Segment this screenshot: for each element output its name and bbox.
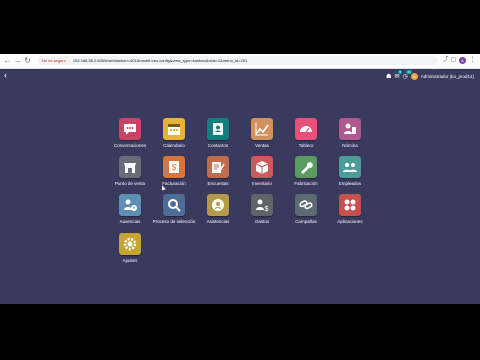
svg-text:$: $ — [265, 206, 269, 213]
app-label: Ajustes — [122, 258, 138, 263]
app-ajustes[interactable]: Ajustes — [110, 233, 150, 265]
app-label: Punto de venta — [114, 181, 146, 186]
box-icon — [251, 156, 273, 178]
app-label: Empleados — [338, 181, 362, 186]
wrench-icon — [295, 156, 317, 178]
app-inventario[interactable]: Inventario — [242, 156, 282, 188]
app-label: Facturación — [162, 181, 186, 186]
app-label: Ausencias — [119, 219, 141, 224]
chat-icon[interactable]: ✉ 5 — [394, 69, 403, 80]
app-ventas[interactable]: Ventas — [242, 118, 282, 150]
user-name[interactable]: Administrador (ko_prod14) — [421, 74, 474, 79]
app-label: Tablero — [298, 143, 314, 148]
app-label: Asistencias — [206, 219, 230, 224]
calendar-icon — [163, 118, 185, 140]
app-label: Ventas — [255, 143, 269, 148]
menu-icon[interactable]: ⋮ — [469, 57, 476, 64]
link-icon — [295, 194, 317, 216]
store-icon — [119, 156, 141, 178]
payroll-icon — [339, 118, 361, 140]
app-label: Calendario — [163, 143, 185, 148]
app-contactos[interactable]: Contactos — [198, 118, 238, 150]
apps-icon — [339, 194, 361, 216]
app-label: Proceso de selección — [152, 219, 196, 224]
app-label: Campañas — [295, 219, 317, 224]
back-arrow-icon[interactable]: ‹ — [4, 70, 7, 80]
url-text[interactable]: 192.168.56.2:8069/web#action=401&model=r… — [73, 56, 247, 65]
app-gastos[interactable]: $ Gastos — [242, 194, 282, 226]
gear-icon — [119, 233, 141, 255]
app-label: Inventario — [252, 181, 272, 186]
share-icon[interactable]: ⤴ — [442, 57, 449, 64]
bug-icon[interactable]: ☗ — [386, 73, 391, 80]
app-label: Conversaciones — [113, 143, 147, 148]
back-arrow-icon[interactable]: ← — [3, 56, 12, 65]
svg-text:$: $ — [172, 163, 177, 172]
address-bar[interactable]: No es seguro 192.168.56.2:8069/web#actio… — [38, 56, 438, 65]
app-punto-de-venta[interactable]: Punto de venta — [110, 156, 150, 188]
app-label: Contactos — [207, 143, 229, 148]
survey-icon — [207, 156, 229, 178]
app-proceso-de-selección[interactable]: Proceso de selección — [152, 194, 196, 226]
expense-icon: $ — [251, 194, 273, 216]
app-label: Encuestas — [207, 181, 229, 186]
chart-up-icon — [251, 118, 273, 140]
app-tablero[interactable]: Tablero — [286, 118, 326, 150]
contact-card-icon — [207, 118, 229, 140]
app-aplicaciones[interactable]: Aplicaciones — [330, 194, 370, 226]
browser-window: ← → ↻ No es seguro 192.168.56.2:8069/web… — [0, 54, 480, 304]
app-label: Gastos — [254, 219, 270, 224]
extensions-icon[interactable]: ▢ — [450, 57, 457, 64]
app-label: Aplicaciones — [337, 219, 363, 224]
clock-icon[interactable]: ◷ 41 — [402, 69, 412, 80]
gauge-icon — [295, 118, 317, 140]
app-asistencias[interactable]: Asistencias — [198, 194, 238, 226]
app-conversaciones[interactable]: Conversaciones — [110, 118, 150, 150]
profile-avatar[interactable]: A — [459, 57, 466, 64]
app-label: Nómina — [342, 143, 358, 148]
app-ausencias[interactable]: Ausencias — [110, 194, 150, 226]
chat-icon — [119, 118, 141, 140]
app-fabricación[interactable]: Fabricación — [286, 156, 326, 188]
attendance-icon — [207, 194, 229, 216]
app-campañas[interactable]: Campañas — [286, 194, 326, 226]
search-icon — [163, 194, 185, 216]
invoice-icon: $ — [163, 156, 185, 178]
reload-icon[interactable]: ↻ — [23, 56, 32, 65]
activity-badge: 41 — [406, 69, 412, 74]
user-clock-icon — [119, 194, 141, 216]
forward-arrow-icon[interactable]: → — [13, 56, 22, 65]
app-launcher: Conversaciones Calendario Contactos Ventas T… — [0, 83, 480, 304]
app-encuestas[interactable]: Encuestas — [198, 156, 238, 188]
browser-toolbar: ← → ↻ No es seguro 192.168.56.2:8069/web… — [0, 54, 480, 69]
people-icon — [339, 156, 361, 178]
systray: ☗ ✉ 5 ◷ 41 A Administrador (ko_prod14) — [386, 69, 474, 80]
app-navbar: ‹ ☗ ✉ 5 ◷ 41 A Administrador (ko_prod14) — [0, 69, 480, 83]
app-calendario[interactable]: Calendario — [154, 118, 194, 150]
app-empleados[interactable]: Empleados — [330, 156, 370, 188]
app-label: Fabricación — [294, 181, 318, 186]
app-nómina[interactable]: Nómina — [330, 118, 370, 150]
user-avatar[interactable]: A — [410, 72, 418, 80]
app-facturación[interactable]: $ Facturación — [154, 156, 194, 188]
not-secure-label[interactable]: No es seguro — [42, 56, 66, 65]
